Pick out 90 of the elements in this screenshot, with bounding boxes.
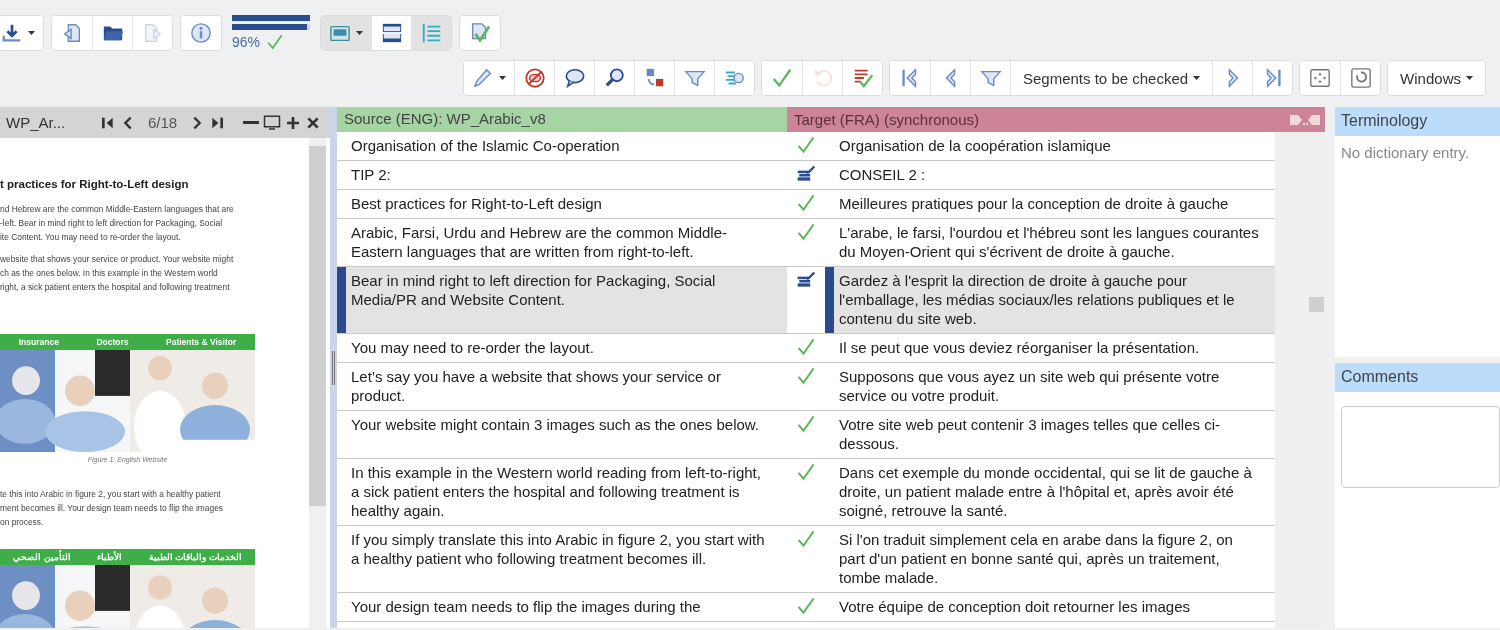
document-text-line: ment becomes ill. Your design team needs to flip the images: [0, 502, 223, 515]
check-icon: [796, 222, 816, 242]
figure-label: الخدمات والباقات الطبية: [148, 552, 242, 562]
source-segment[interactable]: You may need to re-order the layout.: [337, 334, 787, 363]
document-text-line: ite Content. You may need to re-order the layout.: [0, 231, 181, 244]
download-icon: [1, 22, 23, 44]
source-segment[interactable]: In this example in the Western world reading from left-to-right, a sick patient enters the hospital and following treatment is healthy again.: [337, 459, 787, 526]
check-icon: [796, 462, 816, 482]
panel-title: Terminology: [1335, 107, 1500, 136]
figure-label: Insurance: [18, 337, 59, 347]
source-segment[interactable]: Your design team needs to flip the images during the: [337, 593, 787, 622]
comment-icon: [563, 67, 586, 89]
dropdown-button[interactable]: Windows: [1388, 61, 1485, 95]
document-text-line: ch as the ones below. In this example in the Western world: [0, 267, 218, 280]
check-icon: [796, 193, 816, 213]
refresh-frame-button[interactable]: [1340, 61, 1381, 95]
search-icon: [603, 67, 626, 89]
plus-icon: [285, 114, 302, 131]
comment-field[interactable]: [1341, 406, 1500, 488]
source-segment[interactable]: Best practices for Right-to-Left design: [337, 190, 787, 219]
check-icon: [796, 596, 816, 616]
document-check-button[interactable]: [460, 16, 500, 50]
panel-title: Comments: [1335, 363, 1500, 392]
empty-message: No dictionary entry.: [1340, 143, 1471, 163]
no-comment-icon: [523, 67, 546, 89]
source-segment[interactable]: Your website might contain 3 images such as the ones below.: [337, 411, 787, 459]
document-back-icon: [61, 22, 83, 44]
caret-icon: [1465, 76, 1473, 80]
monitor-button[interactable]: [263, 113, 282, 132]
target-segment[interactable]: Supposons que vous ayez un site web qui présente votre service ou votre produit.: [825, 363, 1275, 411]
document-text-line: nd Hebrew are the common Middle-Eastern languages that are: [0, 203, 234, 216]
document-text-line: website that shows your service or product. Your website might: [0, 253, 234, 266]
info-button[interactable]: [181, 16, 221, 50]
refresh-frame-icon: [1349, 67, 1372, 89]
check-icon: [771, 67, 793, 89]
target-segment[interactable]: CONSEIL 2 :: [825, 161, 1275, 190]
split-view-icon: [380, 22, 403, 44]
figure-label: Patients & Visitor: [166, 337, 237, 347]
document-text-line: on process.: [0, 516, 44, 529]
document-text-line: te this into Arabic in figure 2, you start with a healthy patient: [0, 488, 221, 501]
checklist-button[interactable]: [842, 61, 882, 95]
info-icon: [190, 22, 212, 44]
document-check-icon: [469, 22, 491, 44]
source-segment[interactable]: Let’s say you have a website that shows your service or product.: [337, 363, 787, 411]
target-segment[interactable]: Il se peut que vous deviez réorganiser la présentation.: [825, 334, 1275, 363]
list-icon: [420, 22, 443, 44]
check-icon: [796, 529, 816, 549]
caret-icon: [356, 31, 363, 35]
target-segment[interactable]: Votre équipe de conception doit retourner les images: [825, 593, 1275, 622]
monitor-icon: [263, 113, 282, 132]
edited-icon: [796, 270, 816, 290]
tag-icon[interactable]: [1289, 112, 1321, 127]
check-icon: [796, 337, 816, 357]
minus-icon: [243, 120, 260, 125]
check-icon: [796, 366, 816, 386]
figure-label: التأمين الصحي: [13, 552, 71, 562]
last-button[interactable]: [1252, 61, 1293, 95]
preview-title: WP_Ar...: [6, 114, 67, 131]
source-header: Source (ENG): WP_Arabic_v8: [337, 107, 787, 132]
target-segment[interactable]: Gardez à l'esprit la direction de droite à gauche pour l'emballage, les médias sociaux/les relations publiques et le contenu du site web.: [825, 267, 1275, 334]
check-icon: [796, 135, 816, 155]
document-text-line: -left. Bear in mind right to left direction for Packaging, Social: [0, 217, 223, 230]
target-header-title: Target (FRA) (synchronous): [794, 111, 980, 128]
caret-icon: [499, 76, 506, 80]
source-segment[interactable]: Organisation of the Islamic Co-operation: [337, 132, 787, 161]
source-segment[interactable]: Bear in mind right to left direction for Packaging, Social Media/PR and Website Content.: [337, 267, 787, 334]
caret-icon: [28, 31, 35, 35]
fit-screen-icon: [1309, 67, 1332, 89]
document-text-line: right, a sick patient enters the hospital and following treatment: [0, 281, 230, 294]
page-counter: 6/18: [148, 114, 178, 131]
splitter-handle[interactable]: [330, 107, 337, 628]
target-segment[interactable]: Votre site web peut contenir 3 images telles que celles ci-dessous.: [825, 411, 1275, 459]
zoom-in-button[interactable]: [285, 114, 302, 131]
check-icon: [796, 414, 816, 434]
edited-icon: [796, 164, 816, 184]
scrollbar[interactable]: [309, 138, 326, 628]
document-heading: t practices for Right-to-Left design: [0, 178, 190, 190]
source-segment[interactable]: TIP 2:: [337, 161, 787, 190]
check-icon: [266, 33, 285, 51]
download-button[interactable]: [0, 16, 43, 50]
source-segment[interactable]: If you simply translate this into Arabic in figure 2, you start with a healthy patient who following treatment becomes ill.: [337, 526, 787, 593]
zoom-out-button[interactable]: [243, 120, 260, 125]
pencil-icon: [472, 67, 494, 89]
target-segment[interactable]: Organisation de la coopération islamique: [825, 132, 1275, 161]
figure-label: الأطباء: [97, 552, 123, 562]
motion-button[interactable]: [714, 61, 754, 95]
progress-label: 96%: [232, 34, 261, 50]
target-segment[interactable]: Meilleures pratiques pour la conception de droite à gauche: [825, 190, 1275, 219]
caret-icon: [1193, 76, 1201, 80]
figure-label: Doctors: [96, 337, 129, 347]
